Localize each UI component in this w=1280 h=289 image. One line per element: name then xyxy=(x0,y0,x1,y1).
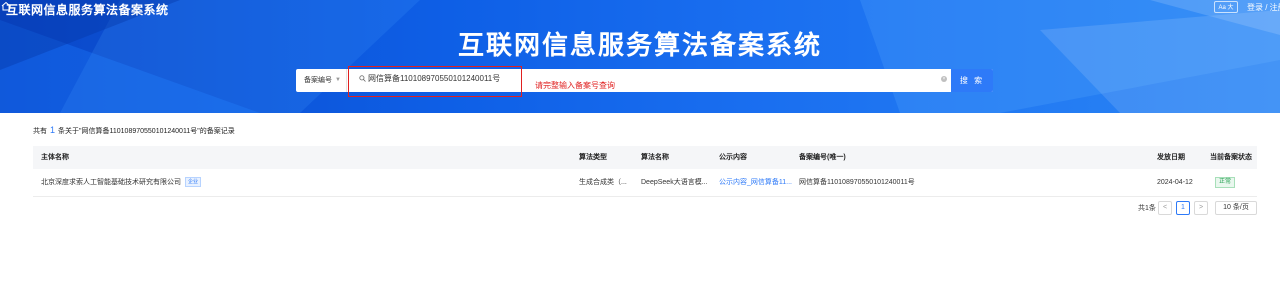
page-size-select[interactable]: 10 条/页 xyxy=(1215,201,1257,215)
search-field-label: 备案编号 xyxy=(304,77,332,84)
pagination-next-button[interactable]: > xyxy=(1194,201,1208,215)
header-algo-name: 算法名称 xyxy=(641,154,669,161)
cell-entity: 北京深度求索人工智能基础技术研究有限公司 企业 xyxy=(41,169,202,196)
public-content-link[interactable]: 公示内容_网信算备11... xyxy=(719,169,792,196)
highlight-box xyxy=(348,66,522,97)
cell-algo-name: DeepSeek大语言模... xyxy=(641,179,708,186)
summary-suffix: 条关于"网信算备110108970550101240011号"的备案记录 xyxy=(58,128,235,135)
header-status: 当前备案状态 xyxy=(1210,154,1252,161)
page-title: 互联网信息服务算法备案系统 xyxy=(457,30,822,60)
search-button[interactable]: 搜 索 xyxy=(951,69,993,92)
clear-icon[interactable]: × xyxy=(941,76,947,82)
cell-date: 2024-04-12 xyxy=(1157,179,1193,186)
home-icon[interactable] xyxy=(0,0,12,12)
hero-banner: 互联网信息服务算法备案系统 Aa 大 登录 / 注册 互联网信息服务算法备案系统 xyxy=(0,0,1280,113)
cell-record-no: 网信算备110108970550101240011号 xyxy=(799,179,915,186)
table-header: 主体名称 算法类型 算法名称 公示内容 备案编号(唯一) 发放日期 当前备案状态 xyxy=(33,146,1257,169)
result-summary: 共有 1 条关于"网信算备110108970550101240011号"的备案记录 xyxy=(33,125,235,136)
entity-name: 北京深度求索人工智能基础技术研究有限公司 xyxy=(41,179,181,186)
font-size-button[interactable]: Aa 大 xyxy=(1214,1,1238,13)
cell-status: 正常 xyxy=(1215,169,1236,196)
header-entity: 主体名称 xyxy=(41,154,69,161)
results-table: 主体名称 算法类型 算法名称 公示内容 备案编号(唯一) 发放日期 当前备案状态… xyxy=(33,146,1257,197)
header-date: 发放日期 xyxy=(1157,154,1185,161)
entity-type-badge: 企业 xyxy=(185,177,202,188)
search-field-select[interactable]: 备案编号 ▼ xyxy=(296,69,347,92)
chevron-down-icon: ▼ xyxy=(335,77,341,83)
status-badge: 正常 xyxy=(1215,176,1236,188)
header-record-no: 备案编号(唯一) xyxy=(799,154,846,161)
pagination-page-1[interactable]: 1 xyxy=(1176,201,1190,215)
pagination-prev-button[interactable]: < xyxy=(1158,201,1172,215)
pagination-total: 共1条 xyxy=(1138,205,1156,212)
cell-algo-type: 生成合成类（... xyxy=(579,179,627,186)
table-row[interactable]: 北京深度求索人工智能基础技术研究有限公司 企业 生成合成类（... DeepSee… xyxy=(33,169,1257,197)
search-hint: 请完整输入备案号查询 xyxy=(535,81,615,90)
brand-title[interactable]: 互联网信息服务算法备案系统 xyxy=(6,1,169,18)
login-register-link[interactable]: 登录 / 注册 xyxy=(1247,2,1280,13)
summary-prefix: 共有 xyxy=(33,128,47,135)
result-count: 1 xyxy=(50,125,56,135)
header-public-content: 公示内容 xyxy=(719,154,747,161)
header-algo-type: 算法类型 xyxy=(579,154,607,161)
